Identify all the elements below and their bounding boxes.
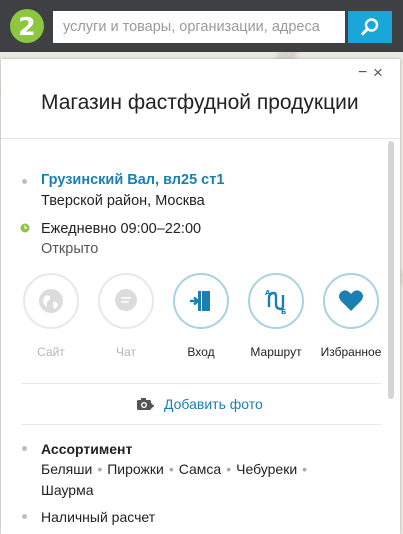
website-button[interactable]: Сайт: [20, 273, 82, 359]
assortment-bullet: [22, 446, 27, 451]
route-label: Маршрут: [250, 345, 302, 359]
scrollbar[interactable]: [388, 141, 394, 399]
minimize-button[interactable]: −: [358, 65, 367, 81]
chat-label: Чат: [116, 345, 136, 359]
opening-hours: Ежедневно 09:00–22:00: [41, 221, 202, 237]
place-card: − × Магазин фастфудной продукции Грузинс…: [1, 59, 400, 534]
heart-icon: [339, 290, 363, 311]
search-button[interactable]: [348, 11, 392, 43]
assortment-item: Шаурма: [41, 482, 94, 498]
svg-text:A: A: [265, 289, 271, 297]
search-input[interactable]: [53, 11, 345, 43]
district-text: Тверской район, Москва: [41, 193, 205, 209]
assortment-item: Самса: [178, 461, 222, 477]
chat-icon: [115, 289, 137, 311]
camera-plus-icon: [137, 398, 154, 410]
assortment-title: Ассортимент: [41, 441, 133, 457]
website-label: Сайт: [37, 345, 65, 359]
add-photo-button[interactable]: Добавить фото: [136, 396, 263, 412]
assortment-item: Чебуреки: [236, 461, 298, 477]
top-bar: 2: [0, 0, 403, 52]
divider: [1, 138, 400, 139]
route-button[interactable]: A Б Маршрут: [245, 273, 307, 359]
chat-button[interactable]: Чат: [95, 273, 157, 359]
divider: [21, 383, 381, 384]
assortment-list: Беляши • Пирожки • Самса • Чебуреки • Шаурма: [41, 461, 308, 498]
assortment-item: Беляши: [41, 461, 93, 477]
close-button[interactable]: ×: [373, 64, 383, 81]
route-icon: A Б: [265, 289, 286, 315]
place-title: Магазин фастфудной продукции: [41, 91, 359, 114]
search-icon: [361, 18, 379, 36]
add-photo-label: Добавить фото: [164, 396, 263, 412]
payment-bullet: [22, 514, 27, 519]
entrance-label: Вход: [187, 345, 215, 359]
svg-text:Б: Б: [281, 308, 286, 315]
assortment-item: Пирожки: [107, 461, 164, 477]
entrance-button[interactable]: Вход: [170, 273, 232, 359]
payment-method: Наличный расчет: [41, 509, 156, 525]
clock-icon: [20, 223, 30, 233]
open-status: Открыто: [41, 241, 99, 257]
address-bullet: [22, 179, 27, 184]
entrance-icon: [190, 291, 210, 311]
logo[interactable]: 2: [10, 9, 44, 43]
globe-icon: [39, 289, 63, 313]
logo-text: 2: [18, 11, 36, 41]
address-link[interactable]: Грузинский Вал, вл25 ст1: [41, 172, 224, 188]
favorites-button[interactable]: Избранное: [320, 273, 382, 359]
divider: [21, 424, 381, 425]
favorites-label: Избранное: [320, 345, 382, 359]
